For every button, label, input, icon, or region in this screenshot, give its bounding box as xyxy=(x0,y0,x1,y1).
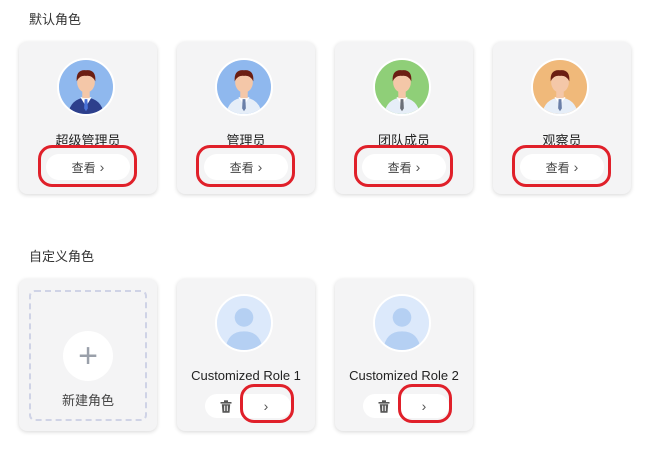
team-member-avatar-icon xyxy=(373,58,431,116)
view-button[interactable]: 查看 › xyxy=(362,154,446,180)
new-role-card: + 新建角色 xyxy=(19,279,157,431)
role-card-observer: 观察员 查看 › xyxy=(493,42,631,194)
role-name: 观察员 xyxy=(542,133,582,148)
view-button-label: 查看 xyxy=(387,160,412,175)
role-name: Customized Role 1 xyxy=(191,368,301,383)
chevron-right-icon: › xyxy=(573,159,579,175)
trash-icon[interactable] xyxy=(375,397,393,415)
trash-icon[interactable] xyxy=(217,397,235,415)
role-name: 超级管理员 xyxy=(55,133,121,148)
role-card-super-admin: 超级管理员 查看 › xyxy=(19,42,157,194)
observer-avatar-icon xyxy=(531,58,589,116)
chevron-right-icon: › xyxy=(257,159,263,175)
chevron-right-icon[interactable]: › xyxy=(251,397,281,415)
view-button[interactable]: 查看 › xyxy=(204,154,288,180)
role-name: 团队成员 xyxy=(377,133,430,148)
role-name: 管理员 xyxy=(226,133,266,148)
plus-icon: + xyxy=(63,331,113,381)
chevron-right-icon[interactable]: › xyxy=(409,397,439,415)
default-roles-title: 默认角色 xyxy=(29,12,82,27)
role-name: Customized Role 2 xyxy=(349,368,459,383)
role-card-team-member: 团队成员 查看 › xyxy=(335,42,473,194)
role-card-custom-2: Customized Role 2 › xyxy=(335,279,473,431)
admin-avatar-icon xyxy=(215,58,273,116)
chevron-right-icon: › xyxy=(415,159,421,175)
view-button-label: 查看 xyxy=(229,160,254,175)
new-role-label: 新建角色 xyxy=(61,393,114,408)
view-button[interactable]: 查看 › xyxy=(520,154,604,180)
new-role-button[interactable]: + 新建角色 xyxy=(29,290,147,421)
view-button-label: 查看 xyxy=(545,160,570,175)
role-card-admin: 管理员 查看 › xyxy=(177,42,315,194)
super-admin-avatar-icon xyxy=(57,58,115,116)
view-button-label: 查看 xyxy=(71,160,96,175)
chevron-right-icon: › xyxy=(99,159,105,175)
default-user-avatar-icon xyxy=(215,294,273,352)
custom-roles-title: 自定义角色 xyxy=(29,249,95,264)
default-user-avatar-icon xyxy=(373,294,431,352)
view-button[interactable]: 查看 › xyxy=(46,154,130,180)
role-card-custom-1: Customized Role 1 › xyxy=(177,279,315,431)
